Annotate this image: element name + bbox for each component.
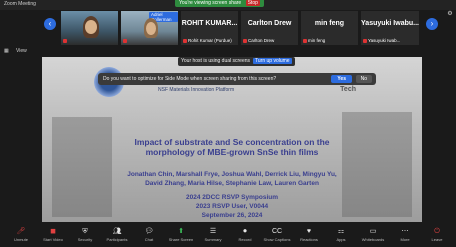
unmute-button[interactable]: 🎤︎ Unmute [4, 226, 38, 242]
host-tip-text: Your host is using dual screens [181, 58, 251, 64]
participant-tile[interactable] [60, 10, 119, 46]
muted-mic-icon [183, 38, 187, 43]
control-label: Whiteboards [361, 237, 385, 242]
slide-event: 2024 2DCC RSVP Symposium [186, 194, 278, 201]
microphone-icon: 🎤︎ [16, 228, 26, 235]
apps-button[interactable]: ⚏ Apps [324, 226, 358, 242]
muted-mic-icon [123, 38, 127, 43]
show-captions-button[interactable]: CC Show Captions [260, 226, 294, 242]
control-label: Security [77, 237, 93, 242]
participant-display-name: ROHIT KUMAR... [181, 20, 238, 27]
more-icon: ⋯ [401, 228, 409, 235]
summary-button[interactable]: ☰ Summary [196, 226, 230, 242]
participant-display-name: Yasuyuki Iwabu... [361, 20, 419, 27]
slide-title-line: Impact of substrate and Se concentration… [134, 137, 330, 147]
camera-icon: ◼ [50, 228, 56, 235]
captions-icon: CC [271, 228, 283, 235]
control-label: Leave [431, 237, 443, 242]
whiteboards-button[interactable]: ▭ Whiteboards [356, 226, 390, 242]
control-label: Record [238, 237, 252, 242]
chevron-right-icon: › [430, 19, 434, 28]
share-icon: ⬆ [178, 228, 184, 235]
grid-icon[interactable]: ▦ [4, 48, 9, 54]
control-label: Apps [336, 237, 346, 242]
muted-mic-icon [303, 38, 307, 43]
muted-mic-icon [63, 38, 67, 43]
record-button[interactable]: ⏺ Record [228, 226, 262, 242]
host-tip: Your host is using dual screens Turn up v… [178, 57, 295, 66]
participant-name [63, 38, 68, 43]
muted-mic-icon [243, 38, 247, 43]
control-label: Chat [144, 237, 154, 242]
control-label: More [400, 237, 410, 242]
prev-page-button[interactable]: ‹ [44, 18, 56, 30]
platform-label: NSF Materials Innovation Platform [158, 87, 235, 93]
leave-button[interactable]: ⏻ Leave [420, 226, 454, 242]
yes-button[interactable]: Yes [331, 75, 352, 83]
participant-name: Carlton Drew [243, 38, 274, 43]
summary-icon: ☰ [209, 228, 217, 235]
control-label: Reactions [300, 237, 318, 242]
slide-authors-line: David Zhang, Maria Hilse, Stephanie Law,… [145, 180, 319, 187]
participants-button[interactable]: 👥︎ Participants [100, 226, 134, 242]
share-screen-button[interactable]: ⬆ Share Screen [164, 226, 198, 242]
participant-name: Yasuyuki Iwab... [363, 38, 400, 43]
lab-equipment-image [52, 117, 112, 217]
no-button[interactable]: No [355, 75, 372, 83]
participant-face [85, 20, 97, 34]
side-controls: ⚙ [446, 10, 454, 18]
view-toolbar: ▦ View [0, 47, 456, 57]
control-label: Show Captions [263, 237, 291, 242]
participant-display-name: Carlton Drew [247, 20, 292, 27]
control-label: Unmute [13, 237, 28, 242]
slide-title-line: morphology of MBE-grown SnSe thin films [145, 147, 319, 157]
side-mode-prompt-text: Do you want to optimize for Side Mode wh… [103, 76, 277, 82]
meeting-window: { "window": { "title": "Zoom Meeting" },… [0, 0, 456, 247]
participant-tile[interactable]: min feng min feng [300, 10, 359, 46]
leave-icon: ⏻ [434, 228, 440, 235]
participant-tile[interactable]: Adriel Rollerman [120, 10, 179, 46]
participant-face [146, 22, 156, 35]
chat-icon: 💬︎ [144, 228, 154, 235]
shield-icon: ⛨ [82, 228, 88, 235]
chat-button[interactable]: 💬︎ Chat [132, 226, 166, 242]
whiteboard-icon: ▭ [369, 228, 377, 235]
control-label: Summary [204, 237, 222, 242]
slide-user: 2023 RSVP User, V0044 [195, 203, 269, 210]
control-label: Participants [106, 237, 128, 242]
lab-equipment-image [342, 112, 412, 217]
share-banner-text: You're viewing screen share [179, 0, 242, 6]
share-banner: You're viewing screen share Stop [175, 0, 264, 7]
people-icon: 👥︎ [112, 228, 122, 235]
record-icon: ⏺ [243, 228, 247, 235]
more-button[interactable]: ⋯ More [388, 226, 422, 242]
settings-icon[interactable]: ⚙ [446, 10, 454, 18]
meeting-controls: 🎤︎ Unmute ◼ Start Video ⛨ Security 👥︎ Participa… [0, 226, 456, 247]
start-video-button[interactable]: ◼ Start Video [36, 226, 70, 242]
apps-icon: ⚏ [337, 228, 345, 235]
window-title: Zoom Meeting [4, 1, 36, 7]
participant-name: Rohit Kumar (Purdue) [183, 38, 232, 43]
stop-share-button[interactable]: Stop [245, 0, 260, 6]
control-label: Start Video [43, 237, 63, 242]
security-button[interactable]: ⛨ Security [68, 226, 102, 242]
tech-logo-text: Tech [340, 86, 356, 93]
chevron-left-icon: ‹ [48, 19, 52, 28]
muted-mic-icon [363, 38, 367, 43]
participant-tile[interactable]: ROHIT KUMAR... Rohit Kumar (Purdue) [180, 10, 239, 46]
participant-tile[interactable]: Yasuyuki Iwabu... Yasuyuki Iwab... [360, 10, 420, 46]
control-label: Share Screen [168, 237, 194, 242]
participant-display-name: min feng [314, 20, 345, 27]
side-mode-prompt: Do you want to optimize for Side Mode wh… [98, 73, 376, 85]
participant-name: min feng [303, 38, 325, 43]
reactions-icon: ♥ [306, 228, 312, 235]
participant-tile[interactable]: Carlton Drew Carlton Drew [240, 10, 299, 46]
slide-authors-line: Jonathan Chin, Marshall Frye, Joshua Wah… [127, 171, 337, 178]
slide-date: September 26, 2024 [201, 212, 263, 219]
participant-name [123, 38, 128, 43]
reactions-button[interactable]: ♥ Reactions [292, 226, 326, 242]
view-menu[interactable]: View [16, 48, 27, 54]
turn-up-volume-button[interactable]: Turn up volume [253, 58, 292, 64]
next-page-button[interactable]: › [426, 18, 438, 30]
